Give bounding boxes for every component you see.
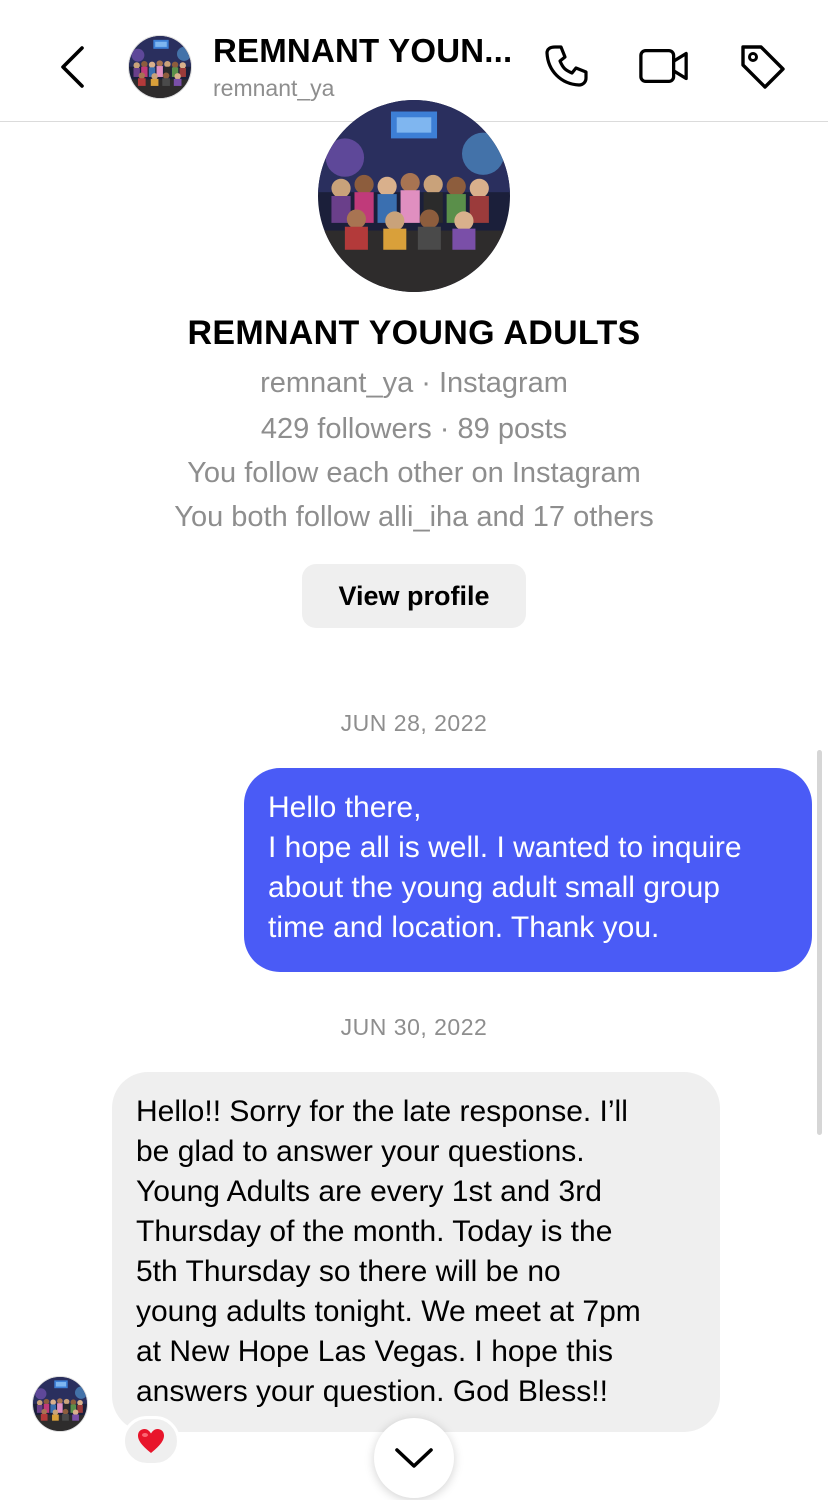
- message-line: Young Adults are every 1st and 3rd: [136, 1175, 602, 1208]
- chevron-down-icon: [395, 1448, 433, 1468]
- back-button[interactable]: [50, 40, 94, 94]
- profile-avatar[interactable]: [318, 100, 510, 292]
- sender-avatar[interactable]: [32, 1376, 88, 1432]
- chat-title[interactable]: REMNANT YOUN...: [213, 32, 518, 70]
- chevron-left-icon: [61, 46, 84, 88]
- message-line: at New Hope Las Vegas. I hope this: [136, 1335, 613, 1368]
- scrollbar[interactable]: [817, 750, 822, 1135]
- message-line: about the young adult small group: [268, 871, 720, 904]
- view-profile-button[interactable]: View profile: [302, 564, 526, 628]
- profile-mutual-followers: You both follow alli_iha and 17 others: [174, 501, 654, 533]
- video-call-button[interactable]: [638, 40, 690, 92]
- tag-icon: [741, 45, 785, 89]
- message-line: be glad to answer your questions.: [136, 1135, 585, 1168]
- tag-button[interactable]: [736, 40, 788, 92]
- message-line: young adults tonight. We meet at 7pm: [136, 1295, 641, 1328]
- profile-name: REMNANT YOUNG ADULTS: [187, 314, 641, 352]
- scroll-to-bottom-button[interactable]: [374, 1418, 454, 1498]
- header-avatar[interactable]: [128, 35, 192, 99]
- message-line: I hope all is well. I wanted to inquire: [268, 831, 742, 864]
- profile-mutual-follow: You follow each other on Instagram: [187, 457, 641, 489]
- message-line: Thursday of the month. Today is the: [136, 1215, 613, 1248]
- date-separator: JUN 30, 2022: [340, 1014, 488, 1040]
- chat-username[interactable]: remnant_ya: [213, 75, 334, 102]
- message-line: Hello!! Sorry for the late response. I’l…: [136, 1095, 628, 1128]
- message-line: answers your question. God Bless!!: [136, 1375, 608, 1408]
- video-camera-icon: [639, 48, 688, 84]
- profile-handle: remnant_ya · Instagram: [260, 367, 568, 399]
- message-line: Hello there,: [268, 791, 422, 824]
- heart-icon: [138, 1429, 164, 1453]
- phone-icon: [545, 45, 588, 87]
- message-line: 5th Thursday so there will be no: [136, 1255, 561, 1288]
- outgoing-message[interactable]: Hello there, I hope all is well. I wante…: [244, 768, 812, 972]
- profile-stats: 429 followers · 89 posts: [260, 413, 568, 445]
- audio-call-button[interactable]: [540, 40, 592, 92]
- message-line: time and location. Thank you.: [268, 911, 660, 944]
- incoming-message[interactable]: Hello!! Sorry for the late response. I’l…: [112, 1072, 720, 1432]
- date-separator: JUN 28, 2022: [340, 710, 488, 736]
- heart-reaction[interactable]: [122, 1416, 180, 1466]
